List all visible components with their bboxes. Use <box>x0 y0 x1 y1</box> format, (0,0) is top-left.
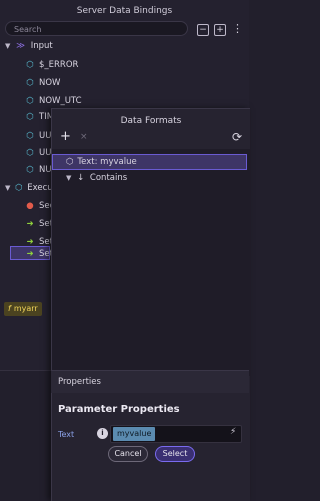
tree-item[interactable]: ⬡ $_ERROR <box>24 58 78 72</box>
add-icon[interactable]: + <box>60 129 71 144</box>
tree-item-label: Input <box>30 41 53 51</box>
cube-icon: ⬡ <box>26 96 34 106</box>
cube-icon: ⬡ <box>26 78 34 88</box>
user-icon: ● <box>26 201 34 211</box>
cube-icon: ⬡ <box>26 60 34 70</box>
parameter-properties-heading: Parameter Properties <box>58 404 180 415</box>
cube-icon: ⬡ <box>66 157 74 167</box>
search-input[interactable]: Search <box>5 21 188 36</box>
variable-badge[interactable]: f myarr <box>4 302 42 316</box>
more-menu-icon[interactable]: ⋮ <box>232 22 243 35</box>
param-value-token[interactable]: myvalue <box>113 427 156 441</box>
cube-icon: ⬡ <box>26 112 34 122</box>
arrow-right-icon: ➜ <box>26 219 34 229</box>
tree-item[interactable]: ⬡ NOW_UTC <box>24 94 81 108</box>
bolt-icon[interactable]: ⚡ <box>230 427 236 437</box>
tree-item[interactable]: ⬡ NOW <box>24 76 60 90</box>
cancel-button[interactable]: Cancel <box>108 446 148 462</box>
dialog-title: Data Formats <box>120 116 182 126</box>
collapse-button[interactable]: − <box>197 24 209 36</box>
arrow-right-icon: ➜ <box>26 249 34 259</box>
chevron-down-icon[interactable]: ▼ <box>5 42 10 50</box>
select-button[interactable]: Select <box>155 446 195 462</box>
info-icon[interactable]: i <box>97 428 108 439</box>
refresh-icon[interactable]: ⟳ <box>232 130 242 144</box>
input-icon: ≫ <box>16 41 25 51</box>
function-icon: f <box>8 304 11 313</box>
properties-label: Properties <box>58 377 101 387</box>
arrow-down-icon: ↓ <box>77 173 85 183</box>
cube-icon: ⬡ <box>26 148 34 158</box>
remove-icon[interactable]: × <box>80 132 88 142</box>
tree-item-contains[interactable]: ▼ ↓ Contains <box>66 171 127 185</box>
param-name-label: Text <box>58 430 75 439</box>
tree-item-selected[interactable]: ➜Set Value <box>10 246 79 260</box>
chevron-down-icon[interactable]: ▼ <box>66 174 71 182</box>
add-button[interactable]: + <box>214 24 226 36</box>
tree-item-text-label: ⬡ Text: myvalue <box>66 157 137 167</box>
chevron-down-icon[interactable]: ▼ <box>5 184 10 192</box>
window-title: Server Data Bindings <box>76 6 173 16</box>
cube-icon: ⬡ <box>26 165 34 175</box>
cube-icon: ⬡ <box>15 183 23 193</box>
tree-item-input[interactable]: ▼ ≫ Input <box>5 39 53 53</box>
cube-icon: ⬡ <box>26 131 34 141</box>
